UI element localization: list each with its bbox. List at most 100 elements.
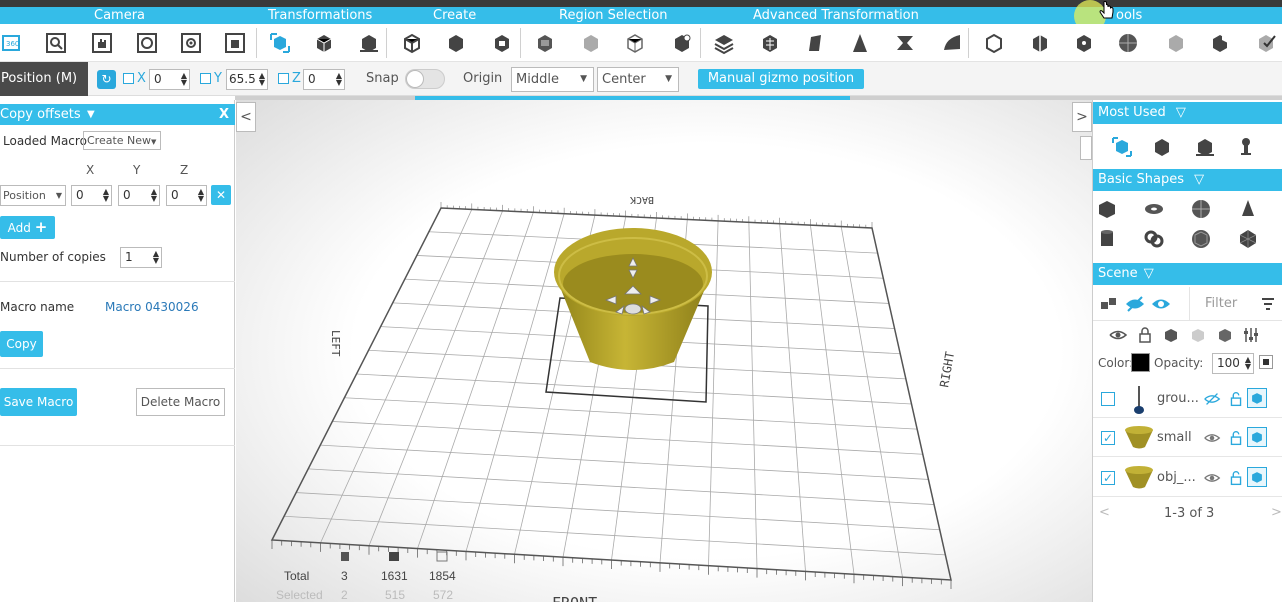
shape-geosphere-icon[interactable]: [1190, 228, 1212, 250]
column-visibility-icon[interactable]: [1107, 324, 1129, 346]
copy-button[interactable]: Copy: [0, 331, 43, 357]
column-material-icon[interactable]: [1214, 324, 1236, 346]
tool-box-outline-icon[interactable]: [982, 31, 1006, 55]
add-offset-button[interactable]: Add +: [0, 216, 55, 239]
menu-transformations[interactable]: Transformations: [268, 7, 372, 24]
opacity-apply-button[interactable]: [1259, 355, 1273, 369]
scene-header[interactable]: Scene ▽: [1093, 263, 1282, 285]
scene-filter-input[interactable]: Filter: [1205, 296, 1237, 311]
camera-save-icon[interactable]: [223, 31, 247, 55]
scene-row-small[interactable]: ✓ small: [1093, 419, 1282, 457]
manual-gizmo-button[interactable]: Manual gizmo position: [698, 69, 864, 89]
3d-viewport[interactable]: BACK LEFT RIGHT FRONT: [236, 100, 1092, 602]
scale-box-icon[interactable]: [357, 31, 381, 55]
tool-sphere-icon[interactable]: [1116, 31, 1140, 55]
tool-box-split-icon[interactable]: [1028, 31, 1052, 55]
snap-toggle[interactable]: [405, 69, 445, 89]
create-mesh-icon[interactable]: [490, 31, 514, 55]
view-cube-handle[interactable]: [1080, 136, 1092, 160]
menu-advanced-transformation[interactable]: Advanced Transformation: [753, 7, 919, 24]
row-unlock-icon[interactable]: [1226, 389, 1246, 409]
menu-camera[interactable]: Camera: [94, 7, 145, 24]
column-solid-icon[interactable]: [1160, 324, 1182, 346]
menu-region-selection[interactable]: Region Selection: [559, 7, 668, 24]
next-page-icon[interactable]: >: [1271, 505, 1282, 520]
basic-shapes-header[interactable]: Basic Shapes ▽: [1093, 169, 1282, 191]
remove-offset-icon[interactable]: ✕: [211, 185, 231, 205]
prev-page-icon[interactable]: <: [1099, 505, 1110, 520]
copies-input[interactable]: 1 ▲ ▼: [120, 247, 162, 268]
collapse-left-panel-button[interactable]: <: [236, 102, 256, 132]
reset-icon[interactable]: ↻: [97, 70, 116, 89]
z-value-input[interactable]: 0 ▲ ▼: [303, 69, 345, 90]
row-eye-icon[interactable]: [1202, 428, 1222, 448]
y-value-input[interactable]: 65.5 ▲ ▼: [226, 69, 268, 90]
row-checkbox[interactable]: ✓: [1101, 431, 1115, 445]
region-box-icon[interactable]: [579, 31, 603, 55]
y-axis-checkbox[interactable]: [200, 73, 211, 84]
most-used-scale-icon[interactable]: [1194, 136, 1216, 158]
x-axis-checkbox[interactable]: [123, 73, 134, 84]
z-axis-checkbox[interactable]: [278, 73, 289, 84]
camera-settings-icon[interactable]: [179, 31, 203, 55]
row-material-icon[interactable]: [1247, 427, 1267, 447]
scene-hide-all-icon[interactable]: [1124, 293, 1146, 315]
origin-vertical-select[interactable]: Middle ▼: [511, 67, 594, 92]
offset-y-input[interactable]: 0 ▲ ▼: [118, 185, 160, 206]
row-hidden-eye-icon[interactable]: [1202, 389, 1222, 409]
column-lock-icon[interactable]: [1134, 324, 1156, 346]
shape-cube-icon[interactable]: [1096, 198, 1118, 220]
scene-row-group[interactable]: grou...: [1093, 380, 1282, 418]
tool-gray-box-icon[interactable]: [1164, 31, 1188, 55]
shape-knot-icon[interactable]: [1143, 228, 1165, 250]
tool-check-box-icon[interactable]: [1254, 31, 1278, 55]
most-used-move-icon[interactable]: [1111, 136, 1133, 158]
camera-pan-icon[interactable]: [90, 31, 114, 55]
camera-rotate-icon[interactable]: [135, 31, 159, 55]
rotate-box-icon[interactable]: [312, 31, 336, 55]
adv-taper-icon[interactable]: [848, 31, 872, 55]
offset-x-input[interactable]: 0 ▲ ▼: [71, 185, 112, 206]
close-panel-button[interactable]: X: [219, 104, 229, 125]
row-unlock-icon[interactable]: [1226, 428, 1246, 448]
create-box-icon[interactable]: [400, 31, 424, 55]
camera-zoom-icon[interactable]: [44, 31, 68, 55]
region-dots-icon[interactable]: [670, 31, 694, 55]
move-gizmo-icon[interactable]: [268, 31, 292, 55]
menu-create[interactable]: Create: [433, 7, 476, 24]
region-select-icon[interactable]: [533, 31, 557, 55]
scene-group-icon[interactable]: [1098, 293, 1120, 315]
color-swatch[interactable]: [1131, 353, 1150, 372]
adv-bend-icon[interactable]: [940, 31, 964, 55]
delete-macro-button[interactable]: Delete Macro: [136, 388, 225, 416]
tool-cut-box-icon[interactable]: [1208, 31, 1232, 55]
offset-z-input[interactable]: 0 ▲ ▼: [166, 185, 207, 206]
shape-cylinder-icon[interactable]: [1096, 228, 1118, 250]
save-macro-button[interactable]: Save Macro: [0, 388, 77, 416]
camera-fit-icon[interactable]: 360: [0, 31, 24, 55]
adv-grid-box-icon[interactable]: [758, 31, 782, 55]
row-checkbox[interactable]: [1101, 392, 1115, 406]
adv-layers-icon[interactable]: [712, 31, 736, 55]
collapse-right-panel-button[interactable]: >: [1072, 102, 1092, 132]
origin-horizontal-select[interactable]: Center ▼: [597, 67, 679, 92]
column-settings-icon[interactable]: [1240, 324, 1262, 346]
scene-row-obj[interactable]: ✓ obj_...: [1093, 459, 1282, 497]
row-unlock-icon[interactable]: [1226, 468, 1246, 488]
shape-icosahedron-icon[interactable]: [1237, 228, 1259, 250]
scene-show-all-icon[interactable]: [1150, 293, 1172, 315]
adv-twist-icon[interactable]: [893, 31, 917, 55]
column-wire-icon[interactable]: [1187, 324, 1209, 346]
opacity-input[interactable]: 100 ▲ ▼: [1212, 353, 1254, 374]
menu-tools[interactable]: ools: [1116, 7, 1142, 24]
scene-sort-icon[interactable]: [1257, 293, 1279, 315]
shape-torus-icon[interactable]: [1143, 198, 1165, 220]
adv-skew-icon[interactable]: [804, 31, 828, 55]
row-eye-icon[interactable]: [1202, 468, 1222, 488]
most-used-rotate-icon[interactable]: [1151, 136, 1173, 158]
loaded-macro-select[interactable]: Create New▼: [83, 131, 161, 150]
offset-type-select[interactable]: Position ▼: [0, 185, 66, 206]
row-material-icon[interactable]: [1247, 467, 1267, 487]
region-wireframe-icon[interactable]: [623, 31, 647, 55]
macro-name-value[interactable]: Macro 0430026: [105, 300, 199, 314]
